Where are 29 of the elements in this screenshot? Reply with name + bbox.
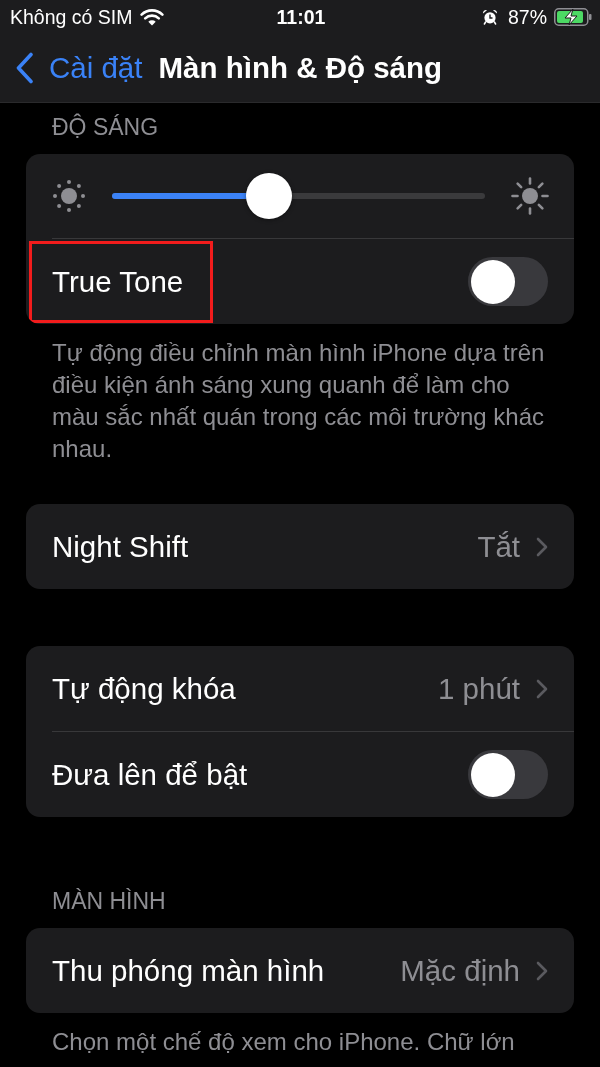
battery-percent: 87% — [507, 5, 547, 29]
chevron-left-icon — [15, 52, 35, 84]
alarm-clock-icon — [481, 9, 498, 25]
section-header: ĐỘ SÁNG — [51, 112, 160, 142]
small-sun-icon — [52, 179, 86, 213]
slider-thumb[interactable] — [245, 173, 292, 219]
chevron-right-icon — [536, 678, 548, 699]
row-label: True Tone — [52, 264, 184, 299]
status-time: 11:01 — [276, 5, 326, 29]
carrier-label: Không có SIM — [10, 5, 133, 29]
chevron-right-icon — [536, 960, 548, 981]
large-sun-icon — [511, 177, 549, 215]
row-value: 1 phút — [437, 671, 520, 706]
row-value: Tắt — [477, 529, 520, 564]
brightness-slider[interactable] — [112, 173, 485, 219]
row-value: Mặc định — [400, 953, 520, 988]
row-label: Thu phóng màn hình — [52, 953, 325, 988]
section-footer-text: Tự động điều chỉnh màn hình iPhone dựa trên điều kiện ánh sáng xung quanh để làm cho màu sắc nhất quán trong các môi trường khác nhau. — [51, 338, 546, 464]
section-header: MÀN HÌNH — [51, 887, 167, 916]
row-label: Đưa lên để bật — [52, 757, 248, 792]
wifi-icon — [140, 8, 165, 26]
toggle-switch[interactable] — [468, 257, 548, 306]
page-title: Màn hình & Độ sáng — [158, 51, 442, 85]
chevron-right-icon — [536, 536, 548, 557]
section-footer-text: Chọn một chế độ xem cho iPhone. Chữ lớn — [51, 1027, 516, 1057]
row-label: Night Shift — [52, 529, 189, 564]
row-label: Tự động khóa — [52, 671, 236, 706]
toggle-switch[interactable] — [468, 750, 548, 799]
back-button[interactable]: Cài đặt — [0, 51, 143, 85]
